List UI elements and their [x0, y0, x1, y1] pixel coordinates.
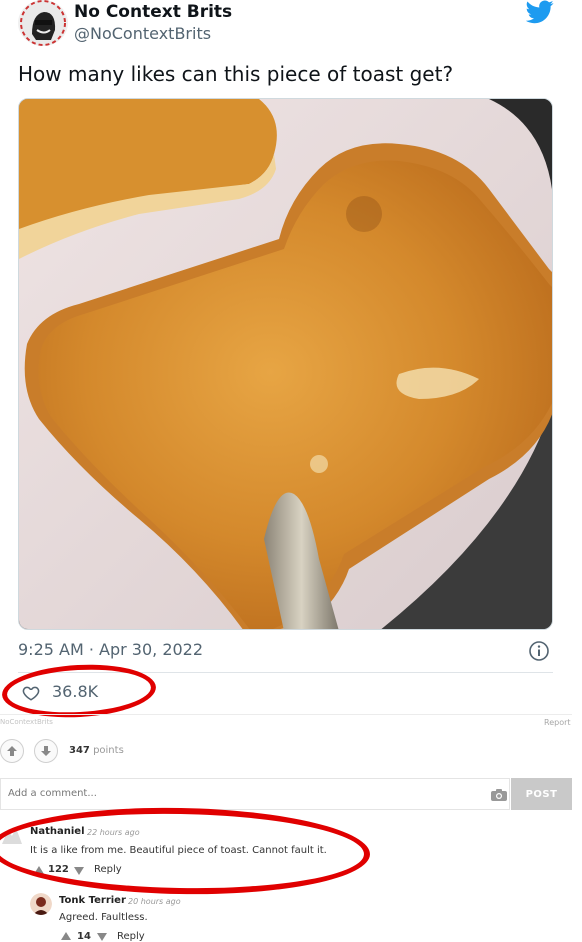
post-button[interactable]: POST	[511, 778, 572, 810]
highlight-circle	[0, 661, 158, 721]
reply-link[interactable]: Reply	[117, 931, 145, 942]
points-value: 347	[69, 745, 90, 756]
tweet-text: How many likes can this piece of toast g…	[18, 62, 454, 86]
comment-time: 20 hours ago	[128, 897, 181, 906]
user-handle[interactable]: @NoContextBrits	[74, 24, 211, 43]
info-icon[interactable]	[528, 640, 550, 662]
points-count: 347 points	[69, 745, 124, 756]
comment-author[interactable]: Tonk Terrier	[59, 895, 126, 906]
avatar[interactable]	[30, 893, 52, 915]
comment-placeholder: Add a comment...	[8, 788, 97, 799]
highlight-circle	[0, 804, 371, 898]
twitter-bird-icon[interactable]	[525, 0, 554, 24]
downvote-button[interactable]	[34, 739, 58, 763]
report-link[interactable]: Report	[544, 718, 571, 727]
display-name[interactable]: No Context Brits	[74, 2, 232, 22]
tweet-photo[interactable]	[18, 98, 553, 630]
camera-icon[interactable]	[490, 787, 508, 801]
divider	[0, 714, 572, 715]
tweet-timestamp[interactable]: 9:25 AM · Apr 30, 2022	[18, 640, 203, 659]
arrow-up-icon[interactable]	[61, 932, 71, 940]
points-label: points	[93, 745, 124, 756]
arrow-up-icon	[7, 746, 17, 756]
upvote-button[interactable]	[0, 739, 24, 763]
post-source: NoContextBrits	[0, 718, 53, 726]
comment-votes: 14	[77, 931, 91, 942]
comment-text: Agreed. Faultless.	[59, 912, 148, 923]
arrow-down-icon	[41, 746, 51, 756]
profile-avatar[interactable]	[18, 0, 68, 46]
